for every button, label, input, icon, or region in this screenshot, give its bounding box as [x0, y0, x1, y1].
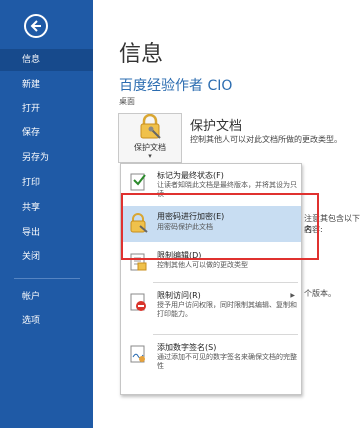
final-document-icon	[130, 173, 146, 191]
menu-item-add-signature[interactable]: 添加数字签名(S) 通过添加不可见的数字签名来确保文档的完整性	[121, 340, 301, 384]
menu-item-restrict-access[interactable]: 限制访问(R) 授予用户访问权限，同时限制其编辑、复制和打印能力。 ▶	[121, 288, 301, 332]
nav-item-print[interactable]: 打印	[0, 172, 93, 194]
highlight-annotation-box	[121, 193, 319, 260]
nav-item-open[interactable]: 打开	[0, 98, 93, 120]
menu-item-title: 标记为最终状态(F)	[157, 171, 224, 180]
menu-item-title: 添加数字签名(S)	[157, 343, 217, 352]
menu-item-desc: 授予用户访问权限，同时限制其编辑、复制和打印能力。	[157, 301, 297, 318]
menu-item-desc: 通过添加不可见的数字签名来确保文档的完整性	[157, 353, 297, 370]
restrict-access-icon	[130, 293, 146, 311]
document-path: 桌面	[119, 97, 135, 106]
submenu-arrow-icon: ▶	[290, 292, 295, 299]
nav-item-save-as[interactable]: 另存为	[0, 147, 93, 169]
nav-item-export[interactable]: 导出	[0, 222, 93, 244]
protect-document-heading: 保护文档	[190, 119, 243, 134]
nav-divider	[14, 278, 80, 279]
nav-item-save[interactable]: 保存	[0, 122, 93, 144]
nav-item-info[interactable]: 信息	[0, 49, 93, 71]
chevron-down-icon: ▾	[148, 152, 152, 160]
menu-item-desc: 控制其他人可以做的更改类型	[157, 261, 248, 269]
menu-divider	[153, 282, 298, 283]
document-name: 百度经验作者 CIO	[119, 78, 233, 94]
page-title: 信息	[119, 41, 164, 66]
versions-text-fragment: 个版本。	[304, 289, 336, 298]
digital-signature-icon	[130, 345, 145, 363]
back-arrow-icon[interactable]	[24, 14, 48, 38]
backstage-nav: 信息 新建 打开 保存 另存为 打印 共享 导出 关闭 帐户 选项	[0, 0, 93, 428]
nav-item-new[interactable]: 新建	[0, 74, 93, 96]
nav-item-account[interactable]: 帐户	[0, 286, 93, 308]
menu-divider	[153, 334, 298, 335]
menu-item-title: 限制访问(R)	[157, 291, 201, 300]
nav-item-share[interactable]: 共享	[0, 197, 93, 219]
protect-document-button[interactable]: 保护文档 ▾	[118, 113, 182, 163]
protect-document-description: 控制其他人可以对此文档所做的更改类型。	[190, 135, 342, 144]
nav-item-options[interactable]: 选项	[0, 310, 93, 332]
nav-item-close[interactable]: 关闭	[0, 246, 93, 268]
lock-key-icon	[140, 114, 161, 139]
